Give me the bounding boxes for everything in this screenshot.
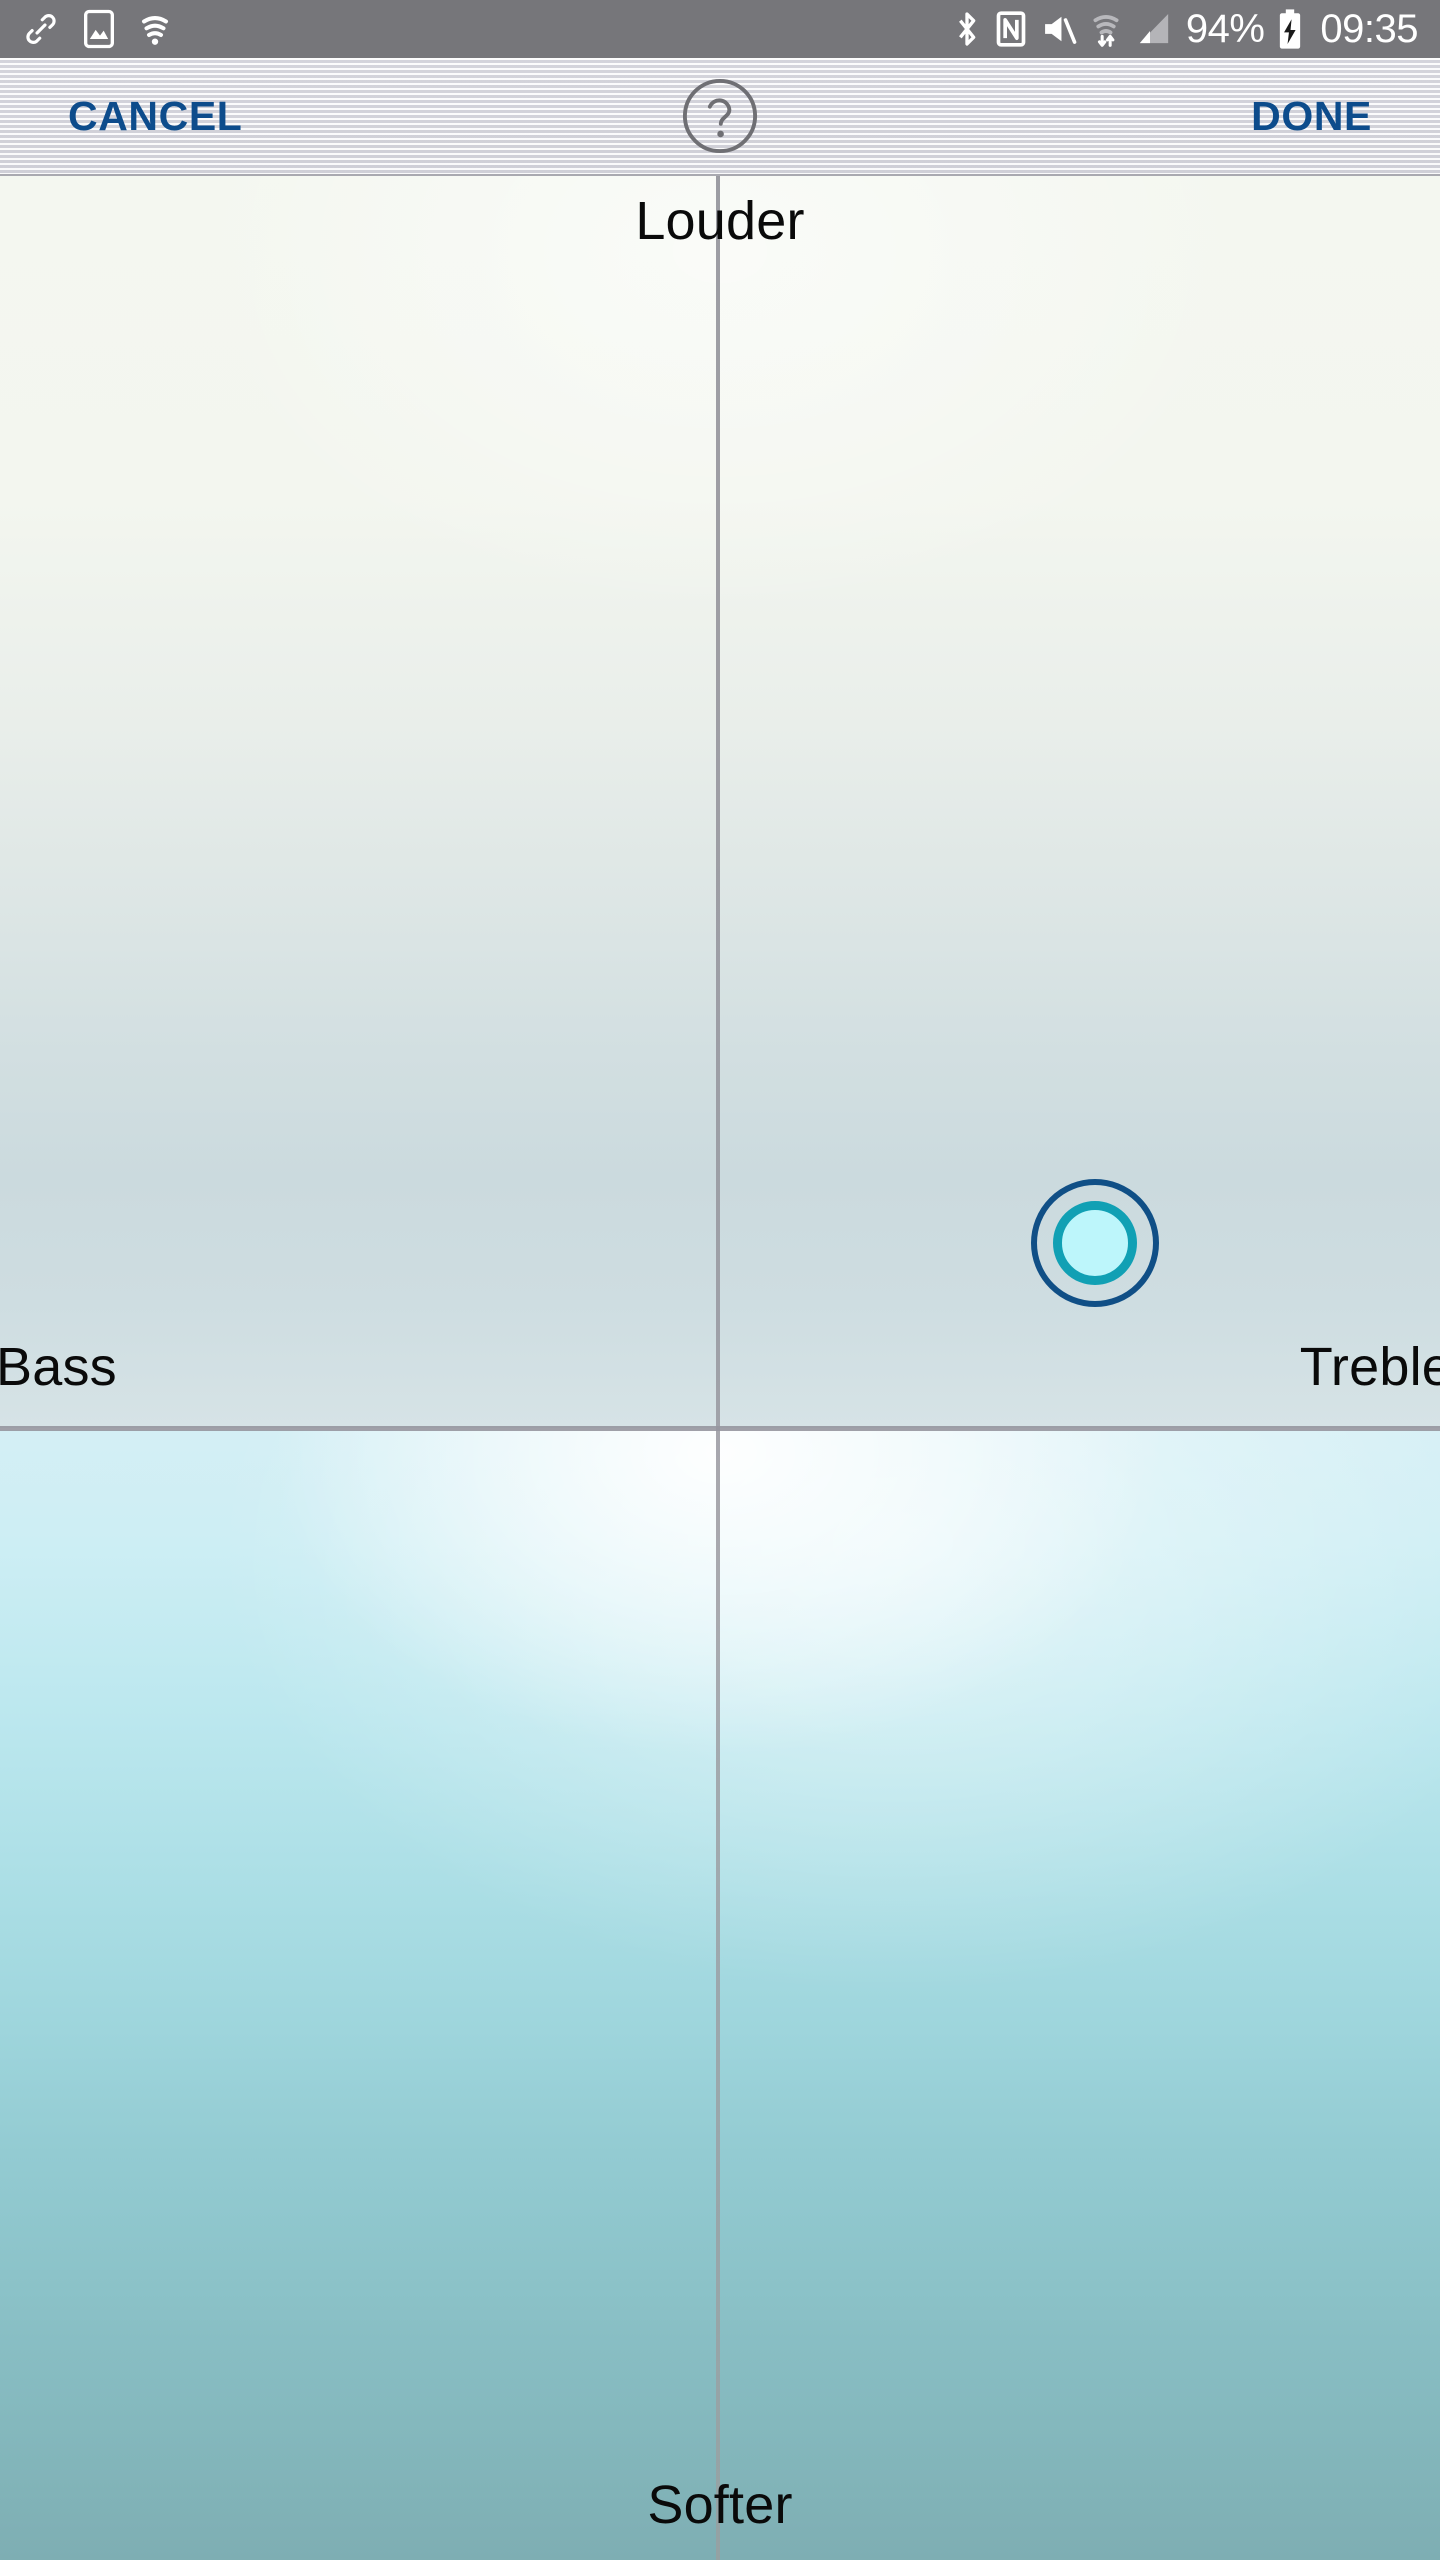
status-bar-clock: 09:35 xyxy=(1320,7,1418,51)
status-bar-right-icons: 94% 09:35 xyxy=(953,8,1418,50)
toolbar: CANCEL DONE xyxy=(0,58,1440,176)
status-bar: 94% 09:35 xyxy=(0,0,1440,58)
link-icon xyxy=(22,10,60,48)
cancel-button[interactable]: CANCEL xyxy=(68,95,242,137)
axis-label-bass: Bass xyxy=(0,1337,117,1397)
pad-upper-gradient xyxy=(0,176,1440,1428)
cellular-signal-icon xyxy=(1135,9,1173,49)
pad-lower-gradient xyxy=(0,1430,1440,2560)
mute-icon xyxy=(1041,9,1077,49)
wifi-transfer-icon xyxy=(1090,9,1122,49)
eq-knob-inner-disc xyxy=(1053,1201,1137,1285)
battery-charging-icon xyxy=(1277,8,1303,50)
axis-label-louder: Louder xyxy=(635,191,805,251)
horizontal-axis-line xyxy=(0,1426,1440,1431)
bluetooth-icon xyxy=(953,9,981,49)
done-button[interactable]: DONE xyxy=(1251,95,1372,137)
equalizer-touchpad[interactable]: Louder Bass Treble Softer xyxy=(0,176,1440,2560)
vertical-axis-line xyxy=(716,176,720,2560)
app-screen: 94% 09:35 CANCEL DONE Louder Bass Treble… xyxy=(0,0,1440,2560)
axis-label-softer: Softer xyxy=(647,2475,793,2535)
battery-percentage: 94% xyxy=(1185,7,1265,51)
status-bar-left-icons xyxy=(22,9,172,49)
help-circle-icon[interactable] xyxy=(681,77,759,155)
wifi-direct-icon xyxy=(138,9,172,49)
eq-knob[interactable] xyxy=(1031,1179,1159,1307)
nfc-icon xyxy=(994,9,1028,49)
gallery-icon xyxy=(82,9,116,49)
axis-label-treble: Treble xyxy=(1299,1337,1440,1397)
